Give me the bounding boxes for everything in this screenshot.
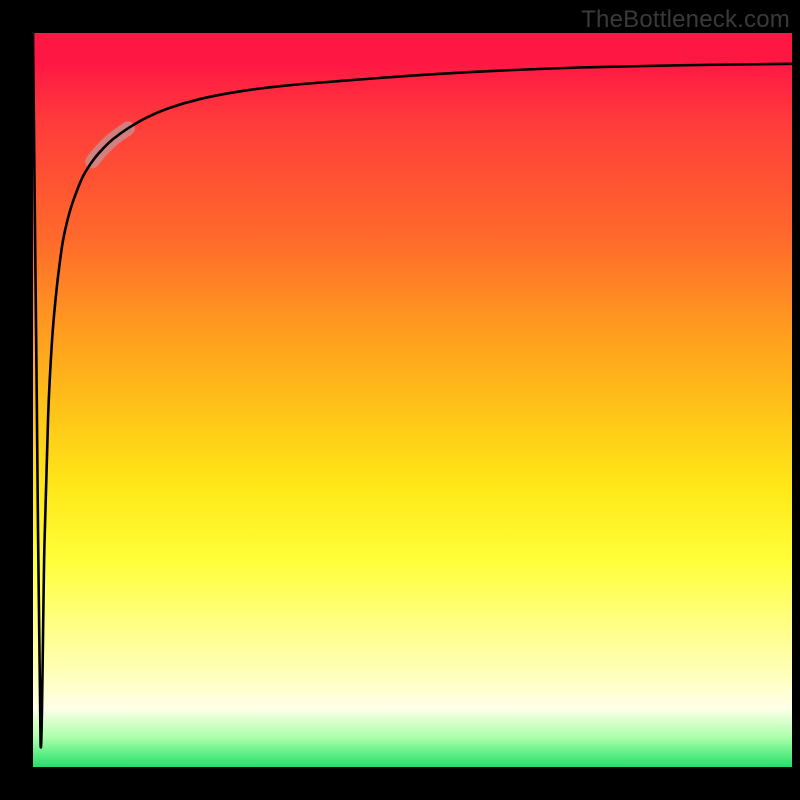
- attribution-text: TheBottleneck.com: [581, 6, 790, 34]
- gradient-plot-area: [33, 33, 792, 767]
- chart-frame: TheBottleneck.com: [0, 0, 800, 800]
